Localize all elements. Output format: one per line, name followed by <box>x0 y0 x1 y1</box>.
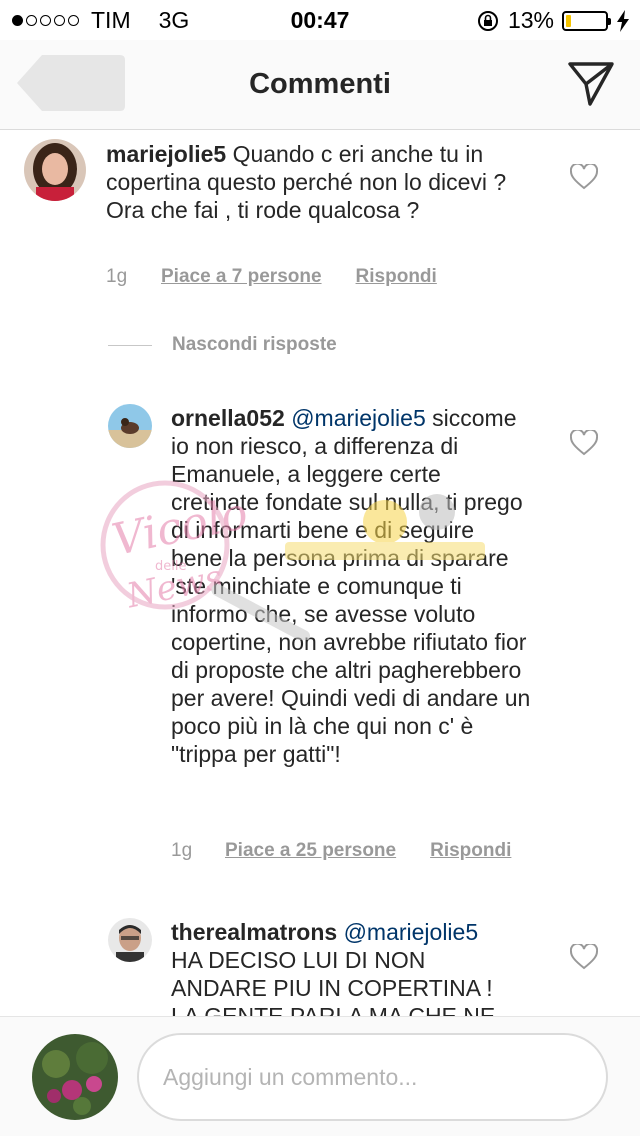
reply-username[interactable]: therealmatrons <box>171 919 337 945</box>
reply-age: 1g <box>171 840 193 861</box>
mention-link[interactable]: @mariejolie5 <box>291 405 426 431</box>
reply-link[interactable]: Rispondi <box>430 840 511 862</box>
battery-icon <box>562 10 611 31</box>
like-heart-icon[interactable] <box>570 944 598 970</box>
like-heart-icon[interactable] <box>570 430 598 456</box>
navigation-bar: Commenti <box>0 40 640 130</box>
reply-text: HA DECISO LUI DI NON ANDARE PIU IN COPER… <box>171 947 496 1016</box>
comment-composer <box>0 1016 640 1136</box>
battery-level-fill <box>566 14 571 27</box>
avatar-mariejolie5[interactable] <box>24 139 86 201</box>
page-title: Commenti <box>249 68 391 100</box>
reply-text: siccome io non riesco, a differenza di E… <box>171 405 531 767</box>
avatar-ornella052[interactable] <box>108 404 152 448</box>
send-icon[interactable] <box>566 58 616 108</box>
reply-body: ornella052 @mariejolie5 siccome io non r… <box>171 404 531 768</box>
reply-body: therealmatrons @mariejolie5 HA DECISO LU… <box>171 918 511 1016</box>
battery-percent: 13% <box>507 7 554 33</box>
like-heart-icon[interactable] <box>570 164 598 190</box>
reply-meta: 1g Piace a 25 persone Rispondi <box>171 840 511 862</box>
charging-bolt-icon <box>617 9 629 32</box>
hide-replies-label: Nascondi risposte <box>172 334 337 355</box>
rotation-lock-icon <box>477 10 498 31</box>
likes-link[interactable]: Piace a 25 persone <box>225 840 396 862</box>
comment-input[interactable] <box>137 1033 608 1121</box>
status-right: 13% <box>476 7 630 34</box>
divider <box>108 344 152 346</box>
reply-username[interactable]: ornella052 <box>171 405 285 431</box>
reply-link[interactable]: Rispondi <box>356 266 437 288</box>
hide-replies-toggle[interactable]: Nascondi risposte <box>108 334 337 356</box>
status-bar: TIM 3G 00:47 13% <box>0 0 640 40</box>
likes-link[interactable]: Piace a 7 persone <box>161 266 322 288</box>
comment-meta: 1g Piace a 7 persone Rispondi <box>106 266 437 288</box>
avatar-therealmatrons[interactable] <box>108 918 152 962</box>
comment-username[interactable]: mariejolie5 <box>106 141 226 167</box>
comment-age: 1g <box>106 266 128 287</box>
mention-link[interactable]: @mariejolie5 <box>344 919 479 945</box>
current-user-avatar <box>32 1034 118 1120</box>
comment-body: mariejolie5 Quando c eri anche tu in cop… <box>106 140 546 224</box>
